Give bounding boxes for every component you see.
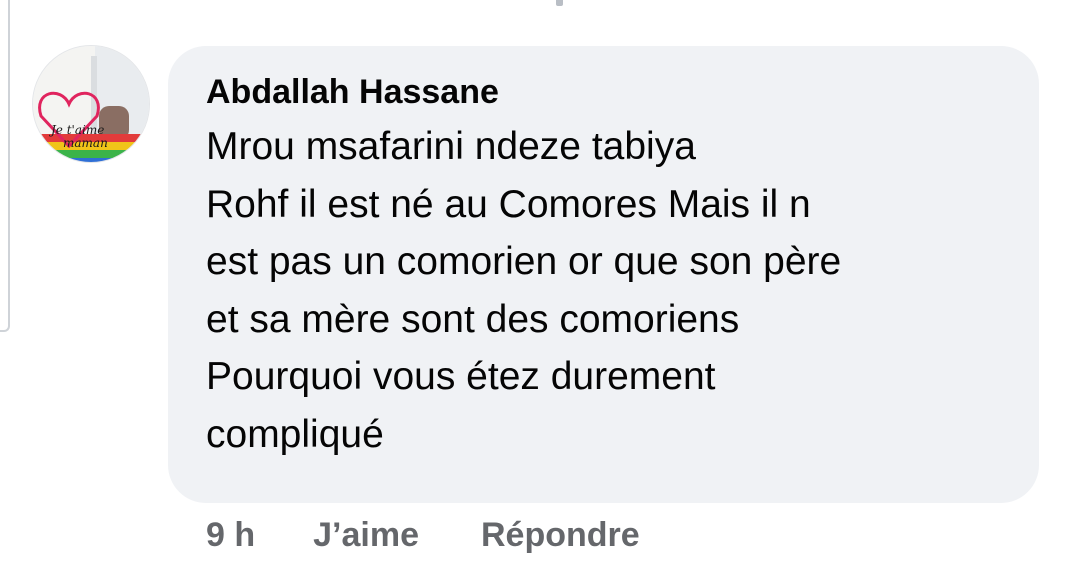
- reply-button[interactable]: Répondre: [481, 516, 640, 555]
- avatar-caption-line1: Je t'aime: [48, 123, 104, 137]
- comment-author[interactable]: Abdallah Hassane: [206, 72, 1003, 112]
- thread-connector-line: [0, 0, 10, 332]
- comment-line: est pas un comorien or que son père: [206, 240, 842, 283]
- avatar-image: Je t'aime maman: [33, 46, 149, 162]
- comment-line: Rohf il est né au Comores Mais il n: [206, 182, 811, 226]
- like-button[interactable]: J’aime: [313, 516, 419, 555]
- comment-body: Mrou msafarini ndeze tabiya Rohf il est …: [206, 118, 1003, 463]
- parent-connector: [556, 0, 563, 6]
- comment-line: Mrou msafarini ndeze tabiya: [206, 125, 696, 168]
- comment-screen: Je t'aime maman Abdallah Hassane Mrou ms…: [0, 0, 1075, 583]
- avatar[interactable]: Je t'aime maman: [32, 45, 150, 163]
- comment-line: compliqué: [206, 412, 384, 456]
- comment-line: Pourquoi vous étez durement: [206, 355, 716, 398]
- comment-actions: 9 h J’aime Répondre: [206, 512, 640, 558]
- comment-line: et sa mère sont des comoriens: [206, 297, 740, 341]
- comment-bubble: Abdallah Hassane Mrou msafarini ndeze ta…: [168, 46, 1039, 503]
- comment-timestamp[interactable]: 9 h: [206, 516, 255, 555]
- avatar-caption-line2: maman: [63, 136, 108, 150]
